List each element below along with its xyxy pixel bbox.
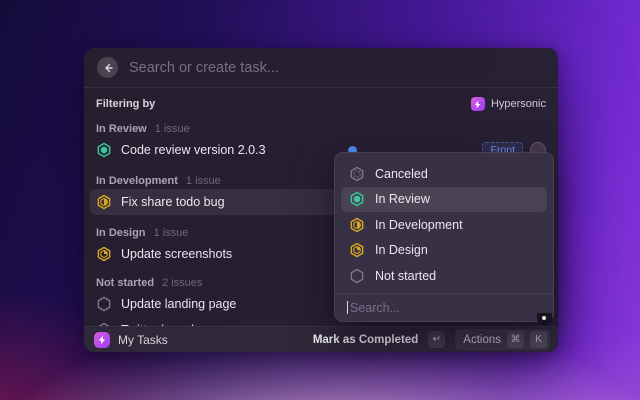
my-tasks-icon xyxy=(94,332,110,348)
section-label: In Development xyxy=(96,175,178,187)
actions-label: Actions xyxy=(463,334,501,346)
section-count: 2 issues xyxy=(162,277,202,289)
status-in-development-icon xyxy=(96,194,112,210)
status-not-started-icon xyxy=(349,268,365,284)
section-count: 1 issue xyxy=(155,123,190,135)
search-input[interactable] xyxy=(129,60,545,76)
status-canceled-icon xyxy=(349,166,365,182)
section-count: 1 issue xyxy=(186,175,221,187)
mark-completed-button[interactable]: Mark as Completed xyxy=(313,334,418,346)
status-in-design-icon xyxy=(96,246,112,262)
footer-context: My Tasks xyxy=(94,332,168,348)
status-in-review-icon xyxy=(96,142,112,158)
k-keycap: K xyxy=(530,331,547,348)
dropdown-option-label: Not started xyxy=(375,269,436,283)
text-caret xyxy=(347,301,348,314)
footer-actions: Mark as Completed ↵ Actions ⌘ K xyxy=(313,329,550,350)
filter-header: Filtering by Hypersonic xyxy=(96,93,546,115)
dropdown-option-in-development[interactable]: In Development xyxy=(341,212,547,238)
hypersonic-logo-icon xyxy=(471,97,485,111)
workspace-badge[interactable]: Hypersonic xyxy=(471,97,546,111)
section-label: Not started xyxy=(96,277,154,289)
footer-bar: My Tasks Mark as Completed ↵ Actions ⌘ K xyxy=(84,326,558,352)
section-count: 1 issue xyxy=(154,227,189,239)
filtering-by-label: Filtering by xyxy=(96,98,155,110)
actions-button[interactable]: Actions ⌘ K xyxy=(455,329,550,350)
task-title: Fix share todo bug xyxy=(121,195,225,209)
dropdown-option-label: Canceled xyxy=(375,167,428,181)
return-keycap: ↵ xyxy=(428,331,445,348)
my-tasks-label: My Tasks xyxy=(118,333,168,347)
dropdown-option-label: In Review xyxy=(375,192,430,206)
arrow-left-icon xyxy=(102,62,114,74)
dropdown-option-canceled[interactable]: Canceled xyxy=(341,161,547,187)
task-title: Update screenshots xyxy=(121,247,232,261)
dropdown-option-in-design[interactable]: In Design xyxy=(341,238,547,264)
status-dropdown: Canceled In Review In Development In Des… xyxy=(334,152,554,322)
status-in-design-icon xyxy=(349,242,365,258)
cmd-keycap: ⌘ xyxy=(507,331,524,348)
section-label: In Design xyxy=(96,227,146,239)
search-bar xyxy=(84,48,558,88)
status-not-started-icon xyxy=(96,296,112,312)
dropdown-option-label: In Design xyxy=(375,243,428,257)
status-in-development-icon xyxy=(349,217,365,233)
status-in-review-icon xyxy=(349,191,365,207)
back-button[interactable] xyxy=(97,57,118,78)
dropdown-option-label: In Development xyxy=(375,218,463,232)
dropdown-option-not-started[interactable]: Not started xyxy=(341,263,547,289)
task-title: Code review version 2.0.3 xyxy=(121,143,266,157)
section-header-in-review: In Review 1 issue xyxy=(96,121,546,137)
task-title: Update landing page xyxy=(121,297,236,311)
workspace-name: Hypersonic xyxy=(491,98,546,110)
dropdown-search-placeholder: Search... xyxy=(350,301,400,315)
section-label: In Review xyxy=(96,123,147,135)
dropdown-search-input[interactable]: Search... xyxy=(335,293,553,321)
dropdown-option-in-review[interactable]: In Review xyxy=(341,187,547,213)
